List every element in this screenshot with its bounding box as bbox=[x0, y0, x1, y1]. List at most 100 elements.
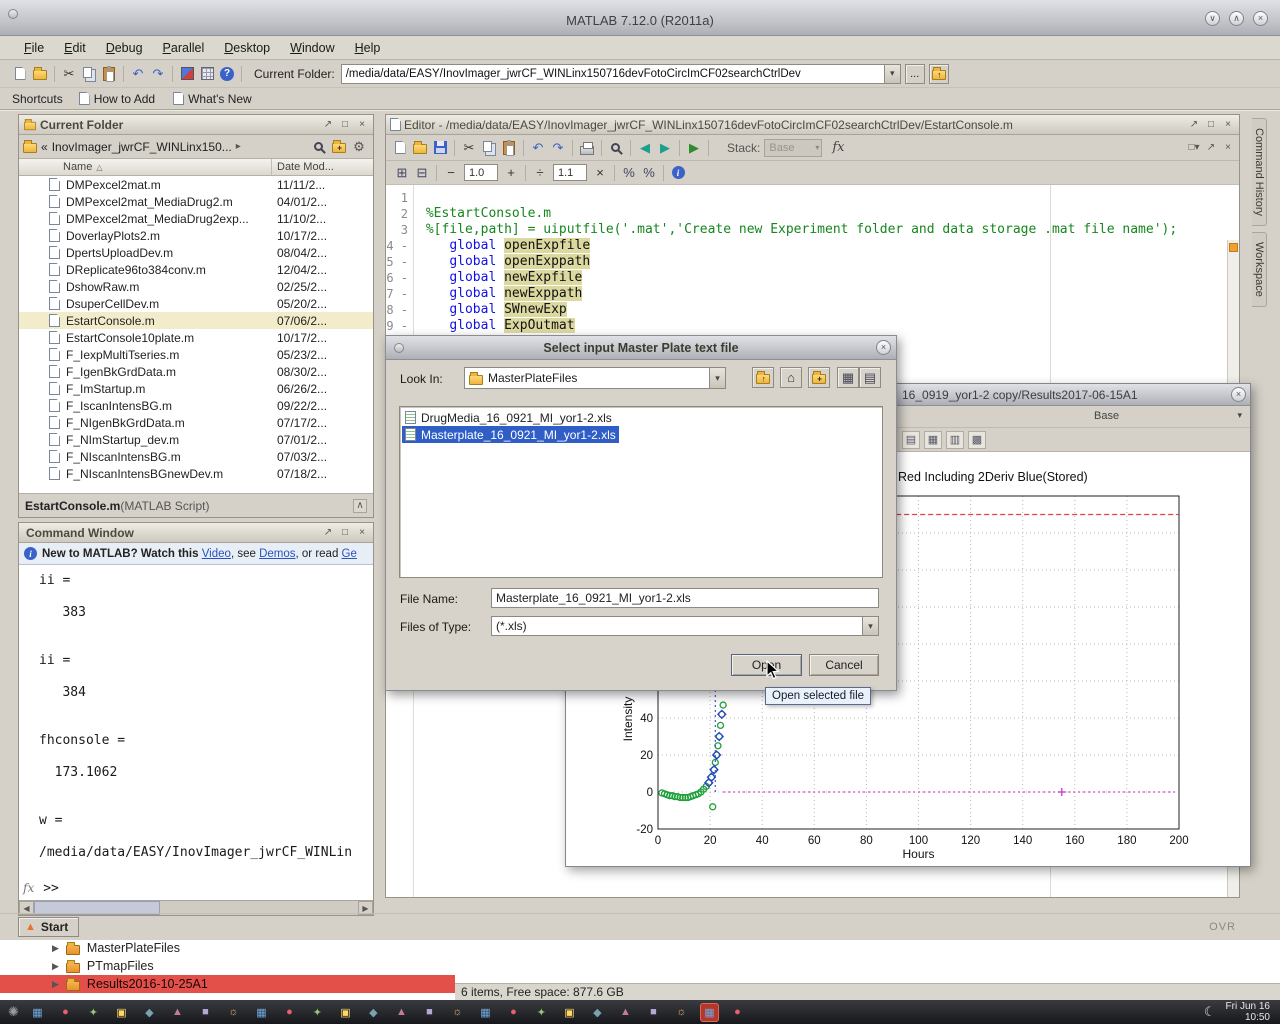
undock-icon[interactable]: ↗ bbox=[1187, 118, 1201, 132]
file-row[interactable]: F_ImStartup.m06/26/2... bbox=[19, 380, 373, 397]
current-folder-combobox[interactable]: /media/data/EASY/InovImager_jwrCF_WINLin… bbox=[341, 64, 901, 84]
moon-icon[interactable]: ☾ bbox=[1204, 1004, 1216, 1020]
new-folder-icon[interactable]: + bbox=[330, 137, 348, 157]
system-menu-icon[interactable]: ✺ bbox=[8, 1004, 19, 1020]
redo-icon[interactable]: ↷ bbox=[549, 138, 567, 158]
dialog-file-row[interactable]: DrugMedia_16_0921_MI_yor1-2.xls bbox=[402, 409, 880, 426]
taskbar-app-icon[interactable]: ■ bbox=[644, 1003, 663, 1022]
taskbar-app-icon[interactable]: ▣ bbox=[112, 1003, 131, 1022]
demos-link[interactable]: Demos bbox=[259, 548, 295, 560]
code-line[interactable]: 2 %EstartConsole.m bbox=[386, 206, 1239, 222]
menu-debug[interactable]: Debug bbox=[96, 38, 153, 58]
getting-started-link[interactable]: Ge bbox=[342, 548, 357, 560]
up-folder-button[interactable]: ↑ bbox=[752, 367, 774, 388]
cancel-button[interactable]: Cancel bbox=[809, 654, 879, 676]
dialog-file-label[interactable]: Masterplate_16_0921_MI_yor1-2.xls bbox=[402, 426, 619, 443]
matlab-titlebar[interactable]: MATLAB 7.12.0 (R2011a) ∨∧× bbox=[0, 0, 1280, 36]
undock-icon[interactable]: ↗ bbox=[1204, 141, 1218, 155]
file-row[interactable]: F_NIscanIntensBGnewDev.m07/18/2... bbox=[19, 465, 373, 482]
browse-folder-button[interactable]: ... bbox=[905, 64, 925, 84]
taskbar-app-icon[interactable]: ✦ bbox=[84, 1003, 103, 1022]
undock-icon[interactable]: ↗ bbox=[321, 118, 335, 132]
file-row[interactable]: DReplicate96to384conv.m12/04/2... bbox=[19, 261, 373, 278]
file-row[interactable]: F_IexpMultiTseries.m05/23/2... bbox=[19, 346, 373, 363]
go-back-icon[interactable]: ◀ bbox=[636, 138, 654, 158]
sort-ascending-icon[interactable]: △ bbox=[96, 163, 102, 172]
plus-icon[interactable]: + bbox=[502, 163, 520, 183]
file-row[interactable]: DoverlayPlots2.m10/17/2... bbox=[19, 227, 373, 244]
taskbar-app-icon[interactable]: ● bbox=[504, 1003, 523, 1022]
file-row[interactable]: EstartConsole10plate.m10/17/2... bbox=[19, 329, 373, 346]
tab-command-history[interactable]: Command History bbox=[1252, 118, 1267, 226]
chevron-down-icon[interactable]: ▾ bbox=[862, 617, 878, 635]
taskbar-app-icon[interactable]: ◆ bbox=[588, 1003, 607, 1022]
file-name-input[interactable]: Masterplate_16_0921_MI_yor1-2.xls bbox=[491, 588, 879, 608]
list-view-button[interactable]: ▤ bbox=[859, 367, 881, 388]
code-line[interactable]: 6 - global newExpfile bbox=[386, 270, 1239, 286]
collapse-detail-button[interactable]: ∧ bbox=[353, 499, 367, 513]
insert-function-icon[interactable]: fx bbox=[832, 140, 844, 155]
taskbar-app-icon[interactable]: ▦ bbox=[476, 1003, 495, 1022]
tree-item[interactable]: ▶MasterPlateFiles bbox=[0, 939, 455, 957]
look-in-combobox[interactable]: MasterPlateFiles ▾ bbox=[464, 367, 726, 389]
gear-icon[interactable]: ⚙ bbox=[350, 137, 368, 157]
cell-value-1-input[interactable]: 1.0 bbox=[464, 164, 498, 181]
console-output-area[interactable]: ii = 383 ii = 384 fhconsole = 173.1062 w… bbox=[19, 565, 373, 900]
chevron-down-icon[interactable]: ▾ bbox=[709, 368, 725, 388]
breadcrumb-arrow-icon[interactable]: ▸ bbox=[236, 141, 241, 152]
expand-arrow-icon[interactable]: ▶ bbox=[52, 979, 59, 990]
dialog-titlebar[interactable]: Select input Master Plate text file × bbox=[386, 336, 896, 360]
taskbar-app-icon[interactable]: ☼ bbox=[448, 1003, 467, 1022]
taskbar-app-icon[interactable]: ☼ bbox=[672, 1003, 691, 1022]
file-row[interactable]: DMPexcel2mat.m11/11/2... bbox=[19, 176, 373, 193]
file-row[interactable]: EstartConsole.m07/06/2... bbox=[19, 312, 373, 329]
figure-stack-value[interactable]: Base bbox=[1094, 410, 1119, 422]
taskbar-clock[interactable]: Fri Jun 16 10:50 bbox=[1226, 1001, 1270, 1023]
code-line[interactable]: 8 - global SWnewExp bbox=[386, 302, 1239, 318]
info-icon[interactable]: i bbox=[669, 163, 687, 183]
paste-icon[interactable] bbox=[500, 138, 518, 158]
figure-tool-4-icon[interactable]: ▩ bbox=[968, 431, 986, 449]
column-headers[interactable]: Name △ Date Mod... bbox=[19, 159, 373, 176]
file-row[interactable]: F_NImStartup_dev.m07/01/2... bbox=[19, 431, 373, 448]
command-window-header[interactable]: Command Window ↗□× bbox=[19, 523, 373, 543]
breadcrumb[interactable]: « InovImager_jwrCF_WINLinx150... ▸ +⚙ bbox=[19, 135, 373, 159]
column-date[interactable]: Date Mod... bbox=[277, 161, 334, 173]
close-button[interactable]: × bbox=[1253, 11, 1268, 26]
new-script-icon[interactable] bbox=[391, 138, 409, 158]
maximize-icon[interactable]: □ bbox=[338, 118, 352, 132]
file-row[interactable]: DshowRaw.m02/25/2... bbox=[19, 278, 373, 295]
percent-icon[interactable]: % bbox=[620, 163, 638, 183]
minus-icon[interactable]: − bbox=[442, 163, 460, 183]
copy-icon[interactable] bbox=[480, 138, 498, 158]
copy-icon[interactable] bbox=[80, 64, 98, 84]
cell-value-2-input[interactable]: 1.1 bbox=[553, 164, 587, 181]
code-line[interactable]: 9 - global ExpOutmat bbox=[386, 318, 1239, 334]
breadcrumb-prefix[interactable]: « bbox=[41, 140, 48, 154]
close-icon[interactable]: × bbox=[355, 526, 369, 540]
figure-tool-1-icon[interactable]: ▤ bbox=[902, 431, 920, 449]
taskbar-app-icon[interactable]: ▲ bbox=[392, 1003, 411, 1022]
code-line[interactable]: 1 bbox=[386, 190, 1239, 206]
file-row[interactable]: DMPexcel2mat_MediaDrug2exp...11/10/2... bbox=[19, 210, 373, 227]
guide-icon[interactable] bbox=[198, 64, 216, 84]
taskbar-app-icon[interactable]: ▣ bbox=[560, 1003, 579, 1022]
taskbar-app-icon[interactable]: ☼ bbox=[224, 1003, 243, 1022]
start-button[interactable]: ▲ Start bbox=[18, 917, 79, 937]
dialog-file-list[interactable]: DrugMedia_16_0921_MI_yor1-2.xlsMasterpla… bbox=[399, 406, 883, 578]
taskbar-app-icon[interactable]: ◆ bbox=[364, 1003, 383, 1022]
taskbar-app-icon[interactable]: ■ bbox=[196, 1003, 215, 1022]
taskbar-app-icon[interactable]: ● bbox=[56, 1003, 75, 1022]
current-folder-header[interactable]: Current Folder ↗□× bbox=[19, 115, 373, 135]
file-row[interactable]: DpertsUploadDev.m08/04/2... bbox=[19, 244, 373, 261]
taskbar-app-icon[interactable]: ● bbox=[728, 1003, 747, 1022]
paste-icon[interactable] bbox=[100, 64, 118, 84]
close-icon[interactable]: × bbox=[355, 118, 369, 132]
files-of-type-combobox[interactable]: (*.xls) ▾ bbox=[491, 616, 879, 636]
times-icon[interactable]: × bbox=[591, 163, 609, 183]
redo-icon[interactable]: ↷ bbox=[149, 64, 167, 84]
figure-tool-2-icon[interactable]: ▦ bbox=[924, 431, 942, 449]
print-icon[interactable] bbox=[578, 138, 596, 158]
maximize-icon[interactable]: □ bbox=[338, 526, 352, 540]
menu-file[interactable]: File bbox=[14, 38, 54, 58]
